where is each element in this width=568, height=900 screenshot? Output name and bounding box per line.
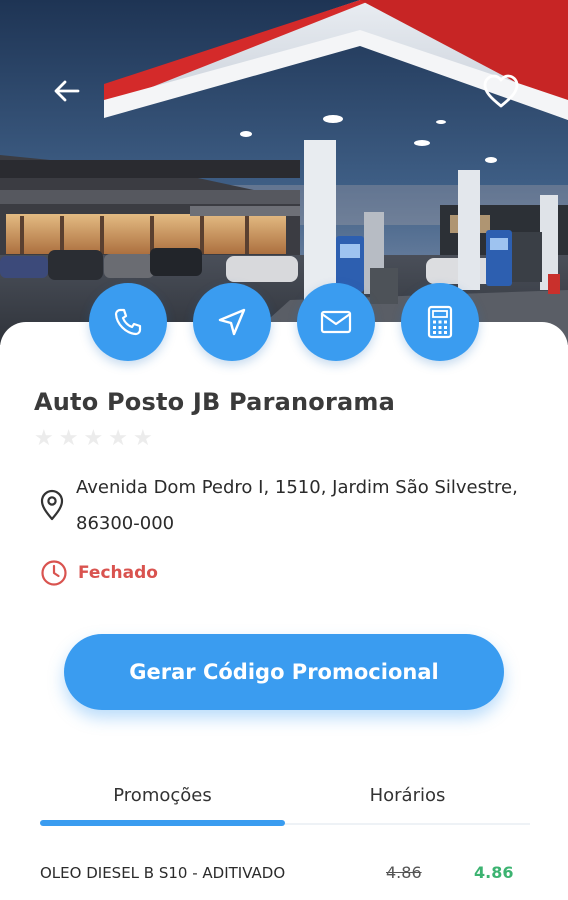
mail-icon — [320, 310, 352, 334]
address-row: Avenida Dom Pedro I, 1510, Jardim São Si… — [38, 470, 548, 540]
product-name: OLEO DIESEL B S10 - ADITIVADO — [40, 864, 286, 882]
station-name: Auto Posto JB Paranorama — [34, 388, 396, 416]
star-icon[interactable]: ★ — [59, 428, 79, 450]
calculator-button[interactable] — [401, 283, 479, 361]
active-tab-indicator — [40, 820, 285, 826]
old-price: 4.86 — [386, 863, 422, 882]
promo-price: 4.86 — [474, 863, 514, 882]
status-text: Fechado — [78, 563, 158, 583]
station-address: Avenida Dom Pedro I, 1510, Jardim São Si… — [76, 477, 518, 534]
station-detail-screen: Auto Posto JB Paranorama ★ ★ ★ ★ ★ Aveni… — [0, 0, 568, 900]
star-icon[interactable]: ★ — [83, 428, 103, 450]
tab-bar: Promoções Horários — [40, 770, 530, 826]
tab-horarios[interactable]: Horários — [285, 770, 530, 820]
star-icon[interactable]: ★ — [108, 428, 128, 450]
list-item[interactable]: OLEO DIESEL B S10 - ADITIVADO 4.86 4.86 — [40, 860, 530, 892]
star-icon[interactable]: ★ — [133, 428, 153, 450]
calculator-icon — [427, 305, 453, 339]
phone-icon — [114, 308, 142, 336]
star-icon[interactable]: ★ — [34, 428, 54, 450]
tab-promocoes[interactable]: Promoções — [40, 770, 285, 820]
clock-icon — [40, 559, 68, 587]
call-button[interactable] — [89, 283, 167, 361]
favorite-button[interactable] — [478, 68, 524, 114]
directions-button[interactable] — [193, 283, 271, 361]
star-rating[interactable]: ★ ★ ★ ★ ★ — [34, 428, 153, 450]
map-pin-icon — [40, 489, 64, 521]
opening-status: Fechado — [40, 559, 158, 587]
navigation-arrow-icon — [218, 308, 246, 336]
action-buttons — [0, 283, 568, 363]
heart-outline-icon — [483, 74, 519, 108]
email-button[interactable] — [297, 283, 375, 361]
back-button[interactable] — [46, 70, 88, 112]
generate-promo-code-button[interactable]: Gerar Código Promocional — [64, 634, 504, 710]
arrow-left-icon — [54, 80, 80, 102]
